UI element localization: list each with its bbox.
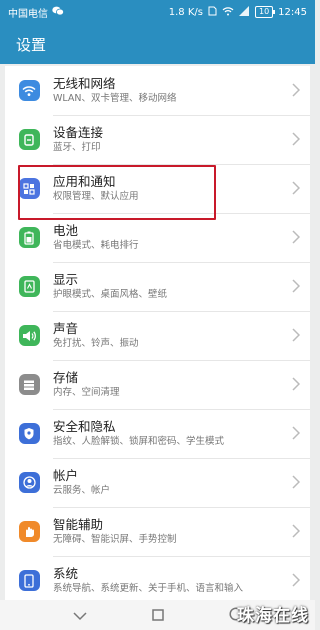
setting-subtitle: 内存、空间清理 (53, 387, 120, 398)
storage-icon (18, 374, 40, 395)
setting-subtitle: 系统导航、系统更新、关于手机、语言和输入 (53, 583, 244, 594)
setting-subtitle: 蓝牙、打印 (53, 142, 101, 153)
watermark: 珠海在线 (237, 606, 309, 626)
sound-icon (18, 325, 40, 346)
page-title: 设置 (16, 35, 47, 54)
wechat-icon (52, 6, 64, 19)
chevron-right-icon (292, 83, 300, 97)
network-speed: 1.8 K/s (168, 6, 203, 18)
setting-account[interactable]: 帐户 云服务、帐户 (5, 458, 310, 507)
setting-title: 声音 (53, 321, 79, 336)
setting-sound[interactable]: 声音免打扰、铃声、振动 (5, 311, 310, 360)
chevron-right-icon (292, 475, 300, 489)
setting-battery[interactable]: 电池省电模式、耗电排行 (5, 213, 310, 262)
chevron-right-icon (292, 377, 300, 391)
chevron-right-icon (292, 426, 300, 440)
recents-icon[interactable] (151, 606, 164, 625)
app-bar: 设置 (0, 24, 315, 64)
setting-storage[interactable]: 存储 内存、空间清理 (5, 360, 310, 409)
battery-icon (18, 227, 40, 248)
clock: 12:45 (278, 6, 307, 18)
setting-subtitle: 云服务、帐户 (53, 485, 111, 496)
setting-title: 智能辅助 (53, 517, 104, 532)
highlight-box (18, 165, 216, 220)
setting-subtitle: 护眼模式、桌面风格、壁纸 (53, 289, 168, 300)
setting-device-connection[interactable]: 设备连接 蓝牙、打印 (5, 115, 310, 164)
device-connect-icon (18, 129, 40, 150)
account-icon (18, 472, 40, 493)
chevron-right-icon (292, 524, 300, 538)
setting-title: 系统 (53, 566, 79, 581)
battery-status: 10 (254, 6, 276, 18)
setting-subtitle: WLAN、双卡管理、移动网络 (53, 92, 177, 104)
setting-title: 帐户 (53, 468, 79, 483)
display-icon (18, 276, 40, 297)
phone-icon (18, 570, 40, 591)
setting-title: 显示 (53, 272, 79, 287)
sim-icon (208, 6, 217, 19)
setting-subtitle: 指纹、人脸解锁、锁屏和密码、学生模式 (53, 436, 225, 447)
shield-icon (18, 423, 40, 444)
chevron-right-icon (292, 132, 300, 146)
setting-subtitle: 省电模式、耗电排行 (53, 240, 139, 251)
chevron-right-icon (292, 230, 300, 244)
setting-security-privacy[interactable]: 安全和隐私指纹、人脸解锁、锁屏和密码、学生模式 (5, 409, 310, 458)
setting-title: 无线和网络 (53, 75, 116, 91)
setting-title: 安全和隐私 (53, 419, 116, 434)
chevron-right-icon (292, 328, 300, 342)
back-icon[interactable] (72, 606, 87, 625)
chevron-right-icon (292, 573, 300, 587)
setting-title: 电池 (53, 223, 79, 238)
chevron-right-icon (292, 279, 300, 293)
chevron-right-icon (292, 181, 300, 195)
carrier-label: 中国电信 (8, 8, 48, 20)
hand-icon (18, 521, 40, 542)
setting-smart-assistance[interactable]: 智能辅助无障碍、智能识屏、手势控制 (5, 507, 310, 556)
setting-title: 存储 (53, 370, 79, 385)
wifi-icon (18, 80, 40, 101)
setting-title: 设备连接 (53, 125, 104, 140)
setting-display[interactable]: 显示护眼模式、桌面风格、壁纸 (5, 262, 310, 311)
setting-subtitle: 无障碍、智能识屏、手势控制 (53, 534, 177, 545)
setting-wireless-network[interactable]: 无线和网络 WLAN、双卡管理、移动网络 (5, 66, 310, 115)
settings-list: 无线和网络 WLAN、双卡管理、移动网络 设备连接 蓝牙、打印 应用和通知 权限管理、… (5, 66, 310, 600)
setting-system[interactable]: 系统系统导航、系统更新、关于手机、语言和输入 (5, 556, 310, 600)
status-bar: 中国电信 1.8 K/s 10 12:45 (0, 0, 315, 24)
signal-icon (238, 5, 250, 19)
setting-subtitle: 免打扰、铃声、振动 (53, 338, 139, 349)
wifi-status-icon (222, 6, 234, 19)
